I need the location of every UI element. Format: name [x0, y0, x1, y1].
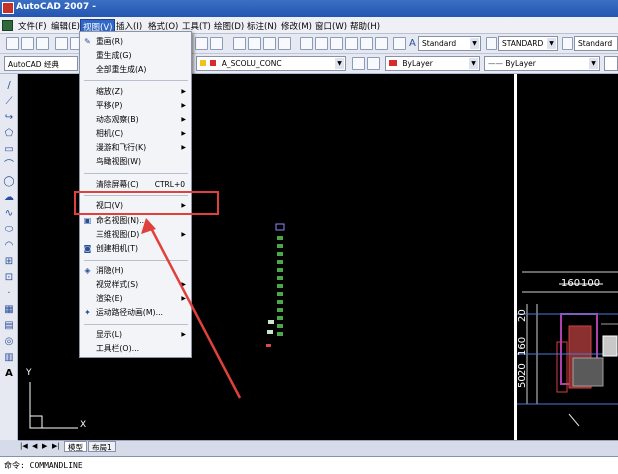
annotation-arrow: [141, 218, 242, 399]
